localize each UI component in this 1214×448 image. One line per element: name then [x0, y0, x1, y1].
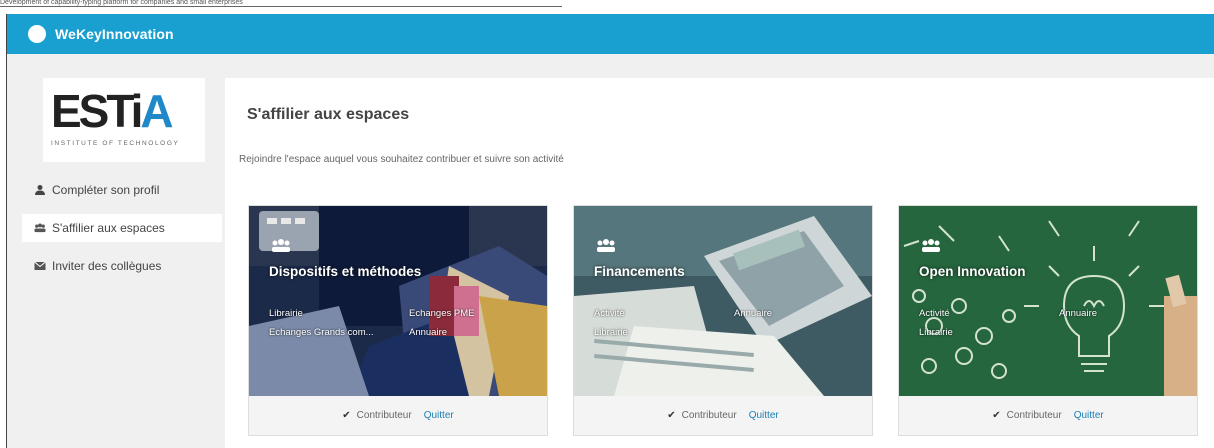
app-window: WeKeyInnovation ESTiA INSTITUTE OF TECHN… [6, 14, 1214, 448]
group-icon [34, 222, 46, 234]
group-icon [596, 239, 616, 258]
sidebar-item-profile[interactable]: Compléter son profil [22, 176, 222, 204]
page-subtitle: Rejoindre l'espace auquel vous souhaitez… [239, 154, 564, 165]
card-link-librairie[interactable]: Librairie [919, 327, 953, 338]
quit-button[interactable]: Quitter [1074, 410, 1104, 421]
card-image [574, 206, 872, 396]
card-link-librairie[interactable]: Librairie [594, 327, 628, 338]
check-icon: ✔ [342, 410, 351, 421]
card-footer: ✔ Contributeur Quitter [899, 396, 1197, 435]
sidebar-item-label: Compléter son profil [52, 183, 160, 197]
space-card-open-innovation[interactable]: Open Innovation Activité Annuaire Librai… [898, 205, 1198, 436]
card-link-echanges-pme[interactable]: Echanges PME [409, 308, 474, 319]
card-link-activite[interactable]: Activité [919, 308, 950, 319]
card-footer: ✔ Contributeur Quitter [574, 396, 872, 435]
space-card-dispositifs[interactable]: Dispositifs et méthodes Librairie Echang… [248, 205, 548, 436]
sidebar-nav: Compléter son profil S'affilier aux espa… [22, 176, 222, 290]
group-icon [271, 239, 291, 258]
quit-button[interactable]: Quitter [749, 410, 779, 421]
card-link-annuaire[interactable]: Annuaire [1059, 308, 1097, 319]
envelope-icon [34, 260, 46, 272]
card-link-echanges-grands[interactable]: Echanges Grands com... [269, 327, 374, 338]
card-title[interactable]: Financements [594, 264, 685, 279]
sidebar-item-invite[interactable]: Inviter des collègues [22, 252, 222, 280]
brand-logo-icon[interactable] [28, 25, 46, 43]
page-title: S'affilier aux espaces [247, 106, 410, 123]
main-panel: S'affilier aux espaces Rejoindre l'espac… [225, 78, 1214, 448]
card-link-activite[interactable]: Activité [594, 308, 625, 319]
app-title[interactable]: WeKeyInnovation [55, 26, 174, 42]
card-title[interactable]: Dispositifs et méthodes [269, 264, 421, 279]
check-icon: ✔ [667, 410, 676, 421]
space-card-financements[interactable]: Financements Activité Annuaire Librairie… [573, 205, 873, 436]
card-title[interactable]: Open Innovation [919, 264, 1026, 279]
card-link-librairie[interactable]: Librairie [269, 308, 303, 319]
sidebar-item-label: S'affilier aux espaces [52, 221, 165, 235]
check-icon: ✔ [992, 410, 1001, 421]
card-link-annuaire[interactable]: Annuaire [734, 308, 772, 319]
top-caption-line: Development of capability-typing platfor… [0, 0, 562, 7]
status-label: Contributeur [356, 410, 412, 421]
card-link-annuaire[interactable]: Annuaire [409, 327, 447, 338]
top-bar: WeKeyInnovation [7, 14, 1214, 54]
estia-logo: ESTiA INSTITUTE OF TECHNOLOGY [43, 78, 205, 162]
user-icon [34, 184, 46, 196]
card-image [249, 206, 547, 396]
quit-button[interactable]: Quitter [424, 410, 454, 421]
group-icon [921, 239, 941, 258]
card-image [899, 206, 1197, 396]
sidebar-item-label: Inviter des collègues [52, 259, 162, 273]
status-label: Contributeur [681, 410, 737, 421]
card-footer: ✔ Contributeur Quitter [249, 396, 547, 435]
sidebar-item-spaces[interactable]: S'affilier aux espaces [22, 214, 222, 242]
status-label: Contributeur [1006, 410, 1062, 421]
